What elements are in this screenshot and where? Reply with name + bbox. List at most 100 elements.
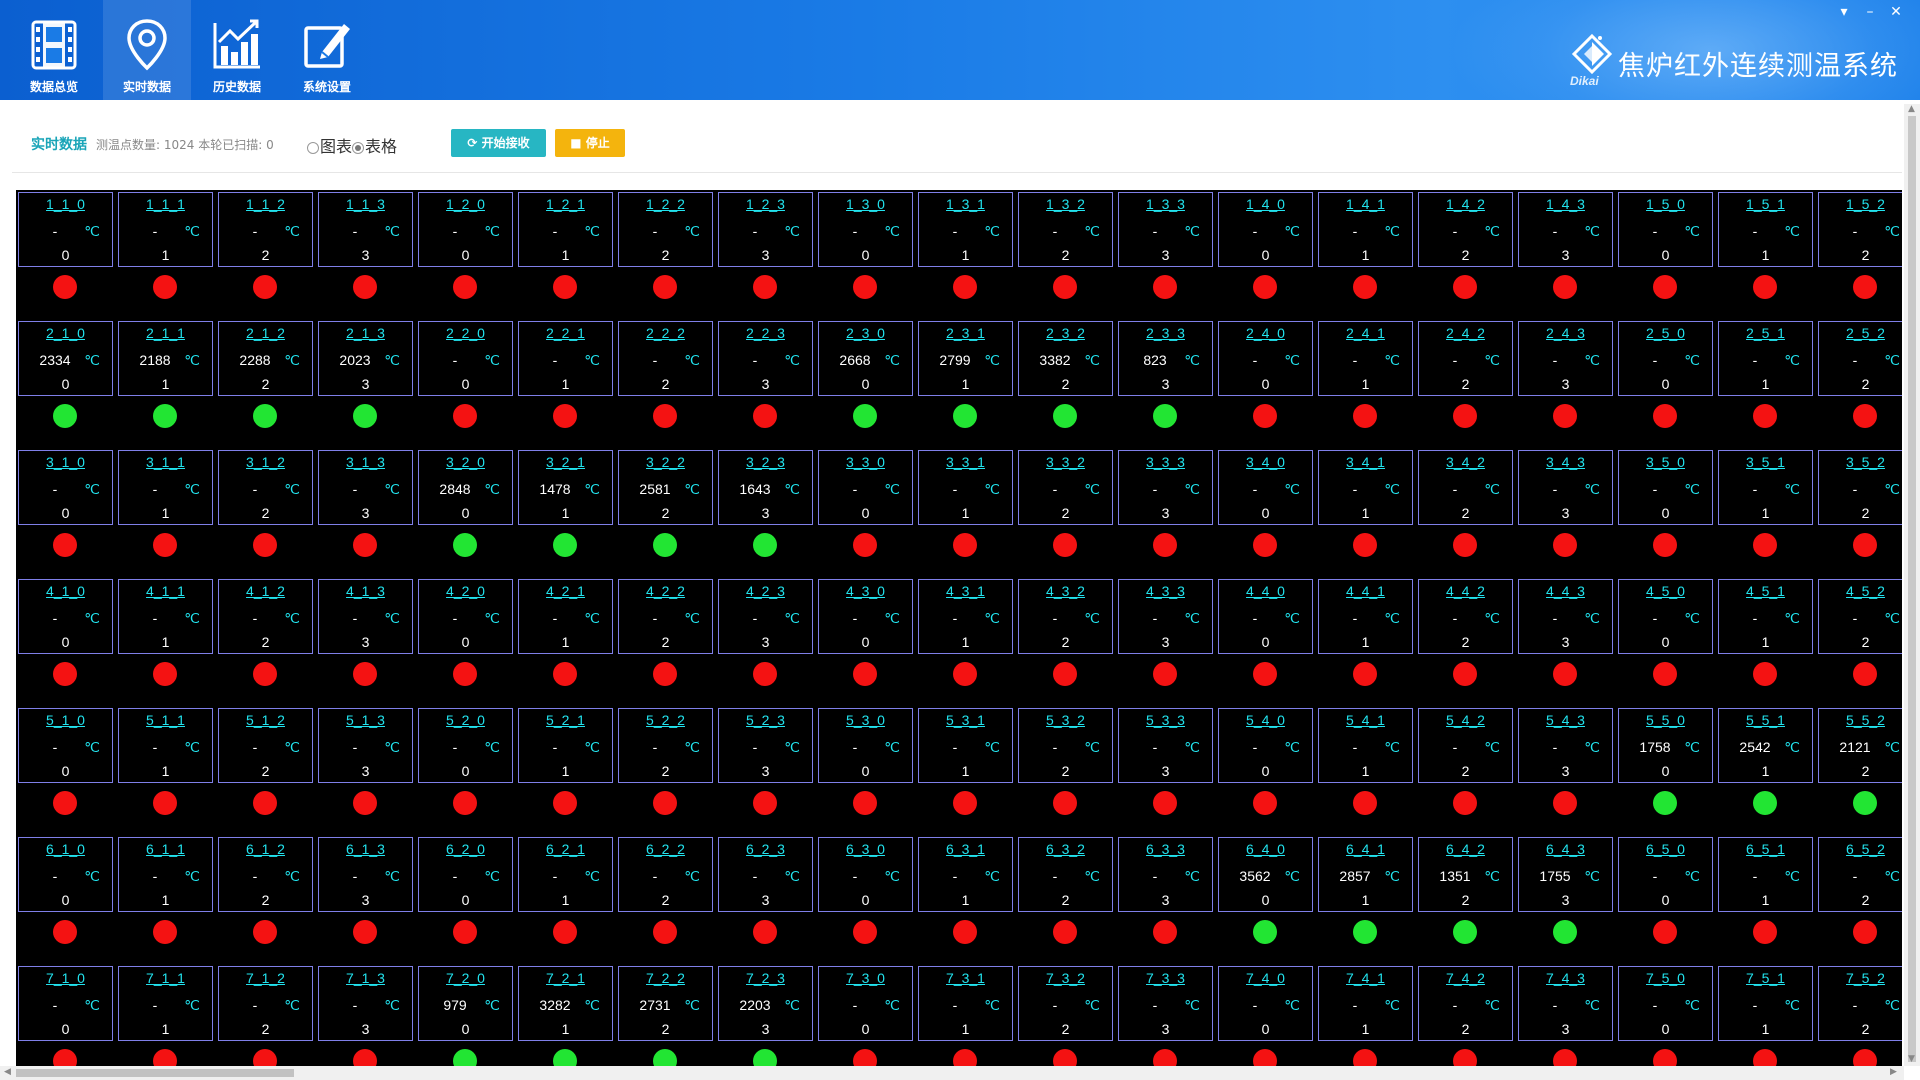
sensor-cell[interactable]: 1_3_0 - ℃ 0: [818, 192, 913, 267]
sensor-cell[interactable]: 3_2_2 2581 ℃ 2: [618, 450, 713, 525]
sensor-cell[interactable]: 1_1_2 - ℃ 2: [218, 192, 313, 267]
sensor-cell[interactable]: 4_2_0 - ℃ 0: [418, 579, 513, 654]
sensor-cell[interactable]: 4_5_2 - ℃ 2: [1818, 579, 1902, 654]
sensor-cell[interactable]: 3_3_2 - ℃ 2: [1018, 450, 1113, 525]
sensor-cell[interactable]: 2_5_0 - ℃ 0: [1618, 321, 1713, 396]
sensor-cell[interactable]: 2_2_2 - ℃ 2: [618, 321, 713, 396]
sensor-cell[interactable]: 4_1_3 - ℃ 3: [318, 579, 413, 654]
vertical-scrollbar[interactable]: ▲ ▼: [1904, 104, 1920, 1066]
sensor-cell[interactable]: 2_1_3 2023 ℃ 3: [318, 321, 413, 396]
sensor-cell[interactable]: 1_1_1 - ℃ 1: [118, 192, 213, 267]
sensor-cell[interactable]: 4_5_0 - ℃ 0: [1618, 579, 1713, 654]
sensor-cell[interactable]: 1_4_2 - ℃ 2: [1418, 192, 1513, 267]
sensor-cell[interactable]: 5_4_1 - ℃ 1: [1318, 708, 1413, 783]
sensor-cell[interactable]: 7_1_3 - ℃ 3: [318, 966, 413, 1041]
scroll-down-arrow-icon[interactable]: ▼: [1908, 1054, 1915, 1064]
sensor-cell[interactable]: 1_2_1 - ℃ 1: [518, 192, 613, 267]
sensor-cell[interactable]: 6_3_2 - ℃ 2: [1018, 837, 1113, 912]
sensor-cell[interactable]: 3_2_1 1478 ℃ 1: [518, 450, 613, 525]
scroll-left-arrow-icon[interactable]: ◀: [4, 1067, 11, 1077]
sensor-cell[interactable]: 3_4_2 - ℃ 2: [1418, 450, 1513, 525]
sensor-cell[interactable]: 5_4_3 - ℃ 3: [1518, 708, 1613, 783]
sensor-cell[interactable]: 4_3_1 - ℃ 1: [918, 579, 1013, 654]
horizontal-scroll-thumb[interactable]: [16, 1069, 294, 1077]
sensor-cell[interactable]: 1_2_2 - ℃ 2: [618, 192, 713, 267]
sensor-cell[interactable]: 7_2_0 979 ℃ 0: [418, 966, 513, 1041]
sensor-cell[interactable]: 3_3_1 - ℃ 1: [918, 450, 1013, 525]
sensor-cell[interactable]: 7_4_0 - ℃ 0: [1218, 966, 1313, 1041]
sensor-cell[interactable]: 4_4_1 - ℃ 1: [1318, 579, 1413, 654]
sensor-cell[interactable]: 7_4_3 - ℃ 3: [1518, 966, 1613, 1041]
sensor-cell[interactable]: 7_3_3 - ℃ 3: [1118, 966, 1213, 1041]
sensor-cell[interactable]: 4_3_3 - ℃ 3: [1118, 579, 1213, 654]
radio-table[interactable]: [352, 141, 365, 154]
sensor-cell[interactable]: 2_3_1 2799 ℃ 1: [918, 321, 1013, 396]
sensor-cell[interactable]: 3_1_3 - ℃ 3: [318, 450, 413, 525]
sensor-cell[interactable]: 7_5_2 - ℃ 2: [1818, 966, 1902, 1041]
radio-chart[interactable]: [307, 141, 319, 154]
sensor-cell[interactable]: 6_2_1 - ℃ 1: [518, 837, 613, 912]
sensor-cell[interactable]: 1_2_0 - ℃ 0: [418, 192, 513, 267]
nav-realtime-button[interactable]: 实时数据: [103, 0, 191, 100]
sensor-cell[interactable]: 2_5_1 - ℃ 1: [1718, 321, 1813, 396]
sensor-cell[interactable]: 1_4_1 - ℃ 1: [1318, 192, 1413, 267]
sensor-cell[interactable]: 5_5_1 2542 ℃ 1: [1718, 708, 1813, 783]
sensor-cell[interactable]: 6_2_0 - ℃ 0: [418, 837, 513, 912]
sensor-cell[interactable]: 7_3_1 - ℃ 1: [918, 966, 1013, 1041]
sensor-cell[interactable]: 6_4_1 2857 ℃ 1: [1318, 837, 1413, 912]
sensor-cell[interactable]: 5_2_0 - ℃ 0: [418, 708, 513, 783]
sensor-cell[interactable]: 2_4_2 - ℃ 2: [1418, 321, 1513, 396]
sensor-cell[interactable]: 3_5_1 - ℃ 1: [1718, 450, 1813, 525]
sensor-cell[interactable]: 5_2_1 - ℃ 1: [518, 708, 613, 783]
sensor-cell[interactable]: 5_3_0 - ℃ 0: [818, 708, 913, 783]
sensor-cell[interactable]: 3_5_0 - ℃ 0: [1618, 450, 1713, 525]
sensor-cell[interactable]: 1_3_2 - ℃ 2: [1018, 192, 1113, 267]
sensor-cell[interactable]: 5_5_2 2121 ℃ 2: [1818, 708, 1902, 783]
sensor-cell[interactable]: 1_5_0 - ℃ 0: [1618, 192, 1713, 267]
sensor-cell[interactable]: 1_4_0 - ℃ 0: [1218, 192, 1313, 267]
sensor-cell[interactable]: 4_2_2 - ℃ 2: [618, 579, 713, 654]
sensor-cell[interactable]: 5_1_2 - ℃ 2: [218, 708, 313, 783]
view-table-option[interactable]: 表格: [352, 137, 397, 156]
sensor-cell[interactable]: 2_4_3 - ℃ 3: [1518, 321, 1613, 396]
sensor-cell[interactable]: 3_1_0 - ℃ 0: [18, 450, 113, 525]
sensor-cell[interactable]: 5_1_3 - ℃ 3: [318, 708, 413, 783]
sensor-cell[interactable]: 1_5_2 - ℃ 2: [1818, 192, 1902, 267]
sensor-cell[interactable]: 5_3_3 - ℃ 3: [1118, 708, 1213, 783]
sensor-cell[interactable]: 7_2_1 3282 ℃ 1: [518, 966, 613, 1041]
sensor-cell[interactable]: 6_2_2 - ℃ 2: [618, 837, 713, 912]
sensor-cell[interactable]: 2_1_2 2288 ℃ 2: [218, 321, 313, 396]
nav-settings-button[interactable]: 系统设置: [283, 0, 371, 100]
sensor-cell[interactable]: 2_5_2 - ℃ 2: [1818, 321, 1902, 396]
sensor-cell[interactable]: 7_1_2 - ℃ 2: [218, 966, 313, 1041]
sensor-cell[interactable]: 2_3_3 823 ℃ 3: [1118, 321, 1213, 396]
nav-history-button[interactable]: 历史数据: [193, 0, 281, 100]
sensor-cell[interactable]: 5_3_1 - ℃ 1: [918, 708, 1013, 783]
scroll-right-arrow-icon[interactable]: ▶: [1890, 1067, 1897, 1077]
sensor-cell[interactable]: 3_3_0 - ℃ 0: [818, 450, 913, 525]
sensor-cell[interactable]: 2_2_1 - ℃ 1: [518, 321, 613, 396]
sensor-cell[interactable]: 7_3_0 - ℃ 0: [818, 966, 913, 1041]
sensor-cell[interactable]: 4_3_0 - ℃ 0: [818, 579, 913, 654]
sensor-cell[interactable]: 6_3_0 - ℃ 0: [818, 837, 913, 912]
sensor-cell[interactable]: 6_1_1 - ℃ 1: [118, 837, 213, 912]
sensor-cell[interactable]: 2_3_2 3382 ℃ 2: [1018, 321, 1113, 396]
start-receive-button[interactable]: ⟳ 开始接收: [451, 129, 546, 157]
sensor-cell[interactable]: 4_2_1 - ℃ 1: [518, 579, 613, 654]
sensor-cell[interactable]: 1_3_1 - ℃ 1: [918, 192, 1013, 267]
sensor-cell[interactable]: 1_1_0 - ℃ 0: [18, 192, 113, 267]
sensor-cell[interactable]: 1_3_3 - ℃ 3: [1118, 192, 1213, 267]
stop-button[interactable]: ■ 停止: [555, 129, 625, 157]
sensor-cell[interactable]: 3_1_2 - ℃ 2: [218, 450, 313, 525]
sensor-cell[interactable]: 7_4_2 - ℃ 2: [1418, 966, 1513, 1041]
view-chart-option[interactable]: 图表: [307, 137, 352, 156]
sensor-cell[interactable]: 6_3_1 - ℃ 1: [918, 837, 1013, 912]
sensor-cell[interactable]: 1_5_1 - ℃ 1: [1718, 192, 1813, 267]
sensor-cell[interactable]: 6_5_1 - ℃ 1: [1718, 837, 1813, 912]
sensor-cell[interactable]: 7_3_2 - ℃ 2: [1018, 966, 1113, 1041]
sensor-cell[interactable]: 6_1_0 - ℃ 0: [18, 837, 113, 912]
sensor-cell[interactable]: 6_1_2 - ℃ 2: [218, 837, 313, 912]
nav-overview-button[interactable]: 数据总览: [10, 0, 98, 100]
sensor-cell[interactable]: 6_1_3 - ℃ 3: [318, 837, 413, 912]
sensor-cell[interactable]: 3_4_1 - ℃ 1: [1318, 450, 1413, 525]
